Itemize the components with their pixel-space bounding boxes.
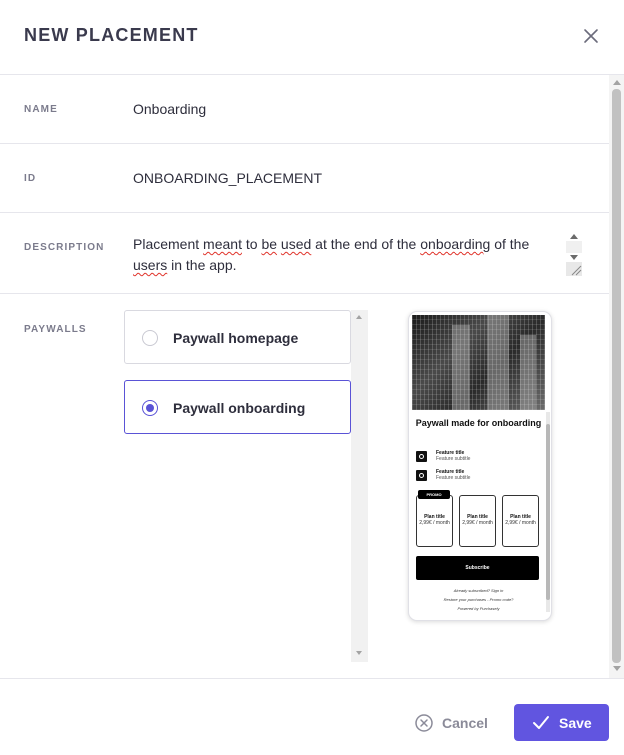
description-textarea[interactable]: Placement meant to be used at the end of… (133, 234, 563, 276)
scroll-thumb[interactable] (612, 89, 621, 663)
feature-row: Feature title Feature subtitle (416, 469, 542, 483)
description-row: DESCRIPTION Placement meant to be used a… (0, 213, 609, 294)
scroll-up-arrow-icon[interactable] (570, 234, 578, 239)
cancel-circle-icon (415, 714, 433, 732)
dialog-header: NEW PLACEMENT (0, 0, 624, 75)
checkmark-icon (533, 716, 549, 729)
paywall-list-scrollbar[interactable] (351, 310, 368, 662)
name-field[interactable]: Onboarding (133, 101, 206, 117)
paywall-list: Paywall homepage Paywall onboarding (124, 310, 368, 662)
scroll-down-arrow-icon[interactable] (356, 651, 362, 655)
subscribe-button: Subscribe (416, 556, 539, 580)
name-label: NAME (24, 104, 58, 115)
paywalls-label: PAYWALLS (24, 324, 87, 335)
paywall-option-label: Paywall homepage (173, 330, 299, 346)
preview-footer-text: Restore your purchases - Promo code? (443, 597, 514, 602)
scroll-down-arrow-icon[interactable] (613, 666, 621, 671)
id-field[interactable]: ONBOARDING_PLACEMENT (133, 170, 322, 186)
plan-card: Plan title 2,99€ / month (459, 495, 496, 547)
id-row: ID ONBOARDING_PLACEMENT (0, 144, 609, 213)
dialog-footer: Cancel Save (0, 678, 624, 755)
save-label: Save (559, 715, 592, 731)
dialog-scrollbar[interactable] (609, 75, 624, 678)
hero-image (412, 315, 545, 410)
close-icon[interactable] (580, 25, 602, 47)
scroll-track (566, 241, 582, 253)
description-label: DESCRIPTION (24, 242, 105, 253)
camera-icon (416, 451, 427, 462)
dialog-body: NAME Onboarding ID ONBOARDING_PLACEMENT … (0, 75, 624, 678)
paywall-preview: Paywall made for onboarding Feature titl… (408, 311, 552, 621)
plan-card: Plan title 2,99€ / month (416, 495, 453, 547)
save-button[interactable]: Save (514, 704, 609, 741)
resize-grip-icon[interactable] (566, 262, 582, 276)
camera-icon (416, 470, 427, 481)
scroll-up-arrow-icon[interactable] (613, 80, 621, 85)
plan-card: Plan title 2,99€ / month (502, 495, 539, 547)
cancel-label: Cancel (442, 715, 488, 731)
preview-footer-text: Already subscribed? Sign in (453, 588, 504, 593)
feature-row: Feature title Feature subtitle (416, 450, 542, 464)
paywall-option-onboarding[interactable]: Paywall onboarding (124, 380, 351, 434)
paywall-option-homepage[interactable]: Paywall homepage (124, 310, 351, 364)
id-label: ID (24, 173, 37, 184)
scroll-up-arrow-icon[interactable] (356, 315, 362, 319)
scroll-down-arrow-icon[interactable] (570, 255, 578, 260)
dialog-title: NEW PLACEMENT (24, 25, 199, 45)
promo-badge: PROMO (418, 490, 450, 499)
description-scrollbar[interactable] (565, 231, 583, 276)
paywall-option-label: Paywall onboarding (173, 400, 306, 416)
name-row: NAME Onboarding (0, 75, 609, 144)
preview-title: Paywall made for onboarding (415, 418, 542, 428)
preview-scrollbar (546, 412, 550, 612)
radio-button[interactable] (142, 330, 158, 346)
radio-button-selected[interactable] (142, 400, 158, 416)
preview-footer-text: Powered by Purchasely (457, 606, 500, 611)
